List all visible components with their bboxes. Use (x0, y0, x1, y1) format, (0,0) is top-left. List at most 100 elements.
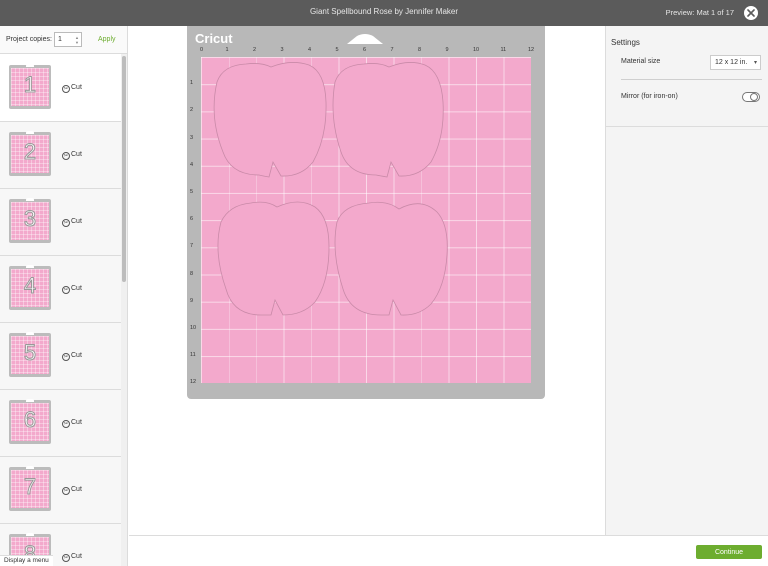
ruler-top-tick-4: 4 (308, 47, 312, 53)
cut-label: ✂ Cut (62, 84, 82, 93)
mat-hang-tab-icon (347, 34, 383, 44)
scissors-icon: ✂ (62, 554, 70, 562)
ruler-top: 0 1 2 3 4 5 6 7 8 9 10 11 12 (200, 47, 534, 55)
scissors-icon: ✂ (62, 219, 70, 227)
ruler-top-tick-12: 12 (528, 47, 535, 53)
ruler-top-tick-6: 6 (363, 47, 367, 53)
continue-button[interactable]: Continue (696, 545, 762, 559)
mat-item-3[interactable]: 3 ✂ Cut (0, 189, 121, 256)
mat-number: 3 (23, 206, 37, 232)
ruler-left-tick-10: 10 (190, 325, 197, 331)
ruler-top-tick-9: 9 (445, 47, 449, 53)
mat-list-panel: Project copies: 1 ▲ ▼ Apply 1 ✂ Cut 2 ✂ Cut… (0, 26, 128, 566)
project-copies-value: 1 (58, 36, 62, 43)
bottom-bar: Continue (129, 535, 768, 566)
chevron-down-icon: ▾ (753, 60, 757, 66)
ruler-top-tick-0: 0 (200, 47, 204, 53)
ruler-top-tick-10: 10 (473, 47, 480, 53)
petal-shape-1 (213, 62, 327, 178)
mat-list: 1 ✂ Cut 2 ✂ Cut 3 ✂ Cut 4 ✂ Cut 5 ✂ Cut 6 ✂ Cu… (0, 55, 121, 566)
mat-preview-canvas: Cricut 0 1 2 3 4 5 6 7 8 9 10 11 12 1 2 3 4 5 6 7 8 9 10 11 12 (129, 26, 605, 535)
toggle-knob (750, 93, 758, 101)
ruler-left-tick-1: 1 (190, 80, 194, 87)
scissors-icon: ✂ (62, 353, 70, 361)
settings-title: Settings (611, 38, 640, 47)
cutting-mat: Cricut 0 1 2 3 4 5 6 7 8 9 10 11 12 1 2 3 4 5 6 7 8 9 10 11 12 (187, 26, 545, 399)
ruler-left: 1 2 3 4 5 6 7 8 9 10 11 12 (190, 57, 200, 387)
mat-thumbnail[interactable]: 6 (9, 399, 51, 444)
settings-panel: Settings Material size 12 x 12 in. ▾ Mir… (605, 26, 768, 535)
mat-item-1[interactable]: 1 ✂ Cut (0, 55, 121, 122)
preview-label: Preview: Mat 1 of 17 (665, 8, 734, 17)
project-copies-label: Project copies: (6, 36, 52, 43)
scissors-icon: ✂ (62, 152, 70, 160)
mat-number: 4 (23, 273, 37, 299)
ruler-left-tick-11: 11 (190, 352, 196, 359)
ruler-left-tick-3: 3 (190, 134, 194, 141)
settings-box: Settings Material size 12 x 12 in. ▾ Mir… (606, 26, 768, 127)
mat-grid (201, 57, 531, 383)
material-size-label: Material size (621, 58, 661, 65)
mat-item-7[interactable]: 7 ✂ Cut (0, 457, 121, 524)
ruler-left-tick-5: 5 (190, 189, 194, 195)
mat-item-4[interactable]: 4 ✂ Cut (0, 256, 121, 323)
apply-button[interactable]: Apply (98, 36, 116, 43)
mat-item-6[interactable]: 6 ✂ Cut (0, 390, 121, 457)
cut-label: ✂ Cut (62, 352, 82, 361)
petal-shape-4 (334, 201, 448, 316)
window-title: Giant Spellbound Rose by Jennifer Maker (309, 7, 459, 16)
mat-number: 2 (23, 139, 37, 165)
close-icon (747, 9, 755, 17)
cut-label: ✂ Cut (62, 218, 82, 227)
material-size-value: 12 x 12 in. (715, 59, 748, 66)
mat-thumbnail[interactable]: 7 (9, 466, 51, 511)
ruler-left-tick-6: 6 (190, 216, 194, 223)
scrollbar-thumb[interactable] (122, 56, 126, 282)
mirror-label: Mirror (for iron-on) (621, 93, 678, 100)
mat-number: 6 (23, 407, 37, 433)
scissors-icon: ✂ (62, 420, 70, 428)
ruler-top-tick-1: 1 (225, 47, 229, 53)
project-copies-stepper[interactable]: 1 ▲ ▼ (54, 32, 82, 47)
mat-item-5[interactable]: 5 ✂ Cut (0, 323, 121, 390)
mat-thumbnail[interactable]: 1 (9, 64, 51, 109)
ruler-top-tick-11: 11 (500, 47, 507, 53)
mirror-toggle[interactable] (742, 92, 760, 102)
cut-label: ✂ Cut (62, 285, 82, 294)
stepper-arrows-icon[interactable]: ▲ ▼ (75, 35, 79, 45)
scissors-icon: ✂ (62, 85, 70, 93)
ruler-left-tick-9: 9 (190, 297, 194, 304)
ruler-left-tick-8: 8 (190, 270, 194, 277)
mat-thumbnail[interactable]: 3 (9, 198, 51, 243)
project-copies-row: Project copies: 1 ▲ ▼ Apply (0, 26, 127, 54)
petal-shape-3 (217, 201, 330, 316)
cut-label: ✂ Cut (62, 419, 82, 428)
mat-thumbnail[interactable]: 4 (9, 265, 51, 310)
ruler-top-tick-2: 2 (253, 47, 257, 53)
ruler-left-tick-12: 12 (190, 379, 197, 386)
scissors-icon: ✂ (62, 487, 70, 495)
cricut-logo: Cricut (195, 31, 233, 46)
cut-label: ✂ Cut (62, 151, 82, 160)
material-size-select[interactable]: 12 x 12 in. ▾ (710, 55, 761, 70)
ruler-top-tick-5: 5 (335, 47, 339, 53)
mat-number: 1 (23, 72, 37, 98)
ruler-left-tick-2: 2 (190, 107, 194, 114)
mat-thumbnail[interactable]: 5 (9, 332, 51, 377)
mat-number: 7 (23, 474, 37, 500)
scissors-icon: ✂ (62, 286, 70, 294)
title-bar: Giant Spellbound Rose by Jennifer Maker … (0, 0, 768, 26)
mat-thumbnail[interactable]: 2 (9, 131, 51, 176)
display-menu-tooltip: Display a menu (0, 555, 53, 566)
mat-item-2[interactable]: 2 ✂ Cut (0, 122, 121, 189)
petal-shapes (213, 62, 448, 316)
ruler-top-tick-8: 8 (418, 47, 422, 53)
ruler-top-tick-3: 3 (280, 47, 284, 53)
close-button[interactable] (744, 6, 758, 20)
divider (621, 79, 762, 80)
cut-label: ✂ Cut (62, 486, 82, 495)
ruler-left-tick-7: 7 (190, 243, 194, 250)
mat-list-scrollbar[interactable] (121, 54, 127, 566)
petal-shape-2 (332, 62, 444, 178)
ruler-left-tick-4: 4 (190, 161, 194, 168)
